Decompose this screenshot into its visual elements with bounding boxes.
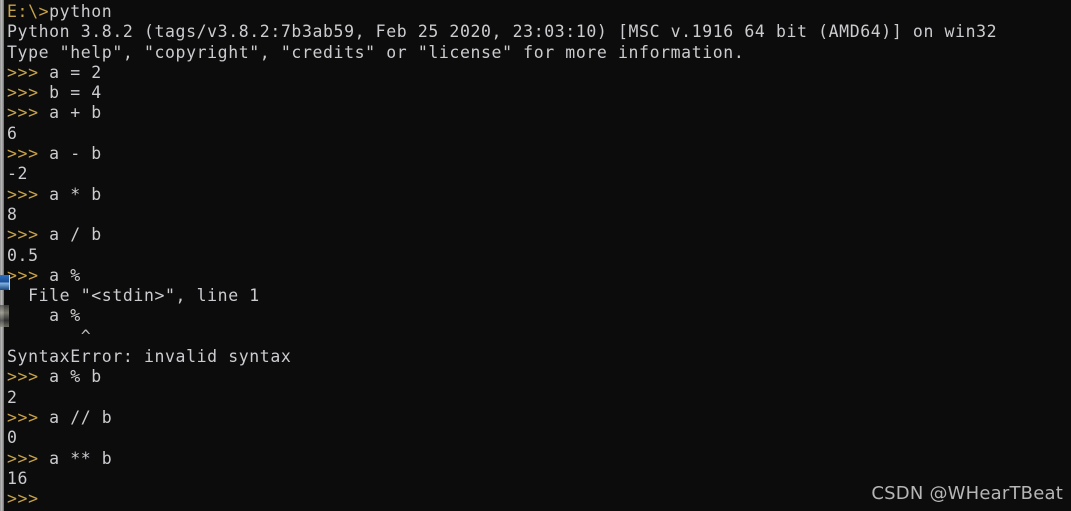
taskbar-icon-artifact — [0, 275, 10, 290]
console-prompt: >>> — [7, 83, 50, 103]
console-output-text: 2 — [7, 387, 18, 407]
console-line: >>> a // b — [5, 408, 1071, 428]
console-output-text: -2 — [7, 164, 29, 184]
console-line: >>> b = 4 — [5, 83, 1071, 103]
console-output-text: SyntaxError: invalid syntax — [7, 347, 292, 367]
edge-text-artifact — [0, 305, 9, 327]
csdn-watermark: CSDN @WHearTBeat — [871, 483, 1063, 504]
console-command-text: a % — [49, 265, 81, 285]
console-command-text: a * b — [49, 184, 102, 204]
console-line: >>> a + b — [5, 103, 1071, 123]
console-line: -2 — [5, 164, 1071, 184]
console-output-text: File "<stdin>", line 1 — [7, 286, 260, 306]
console-prompt: >>> — [7, 144, 50, 164]
console-line: ^ — [5, 327, 1071, 347]
console-output-text: 0.5 — [7, 245, 39, 265]
console-output-text: 6 — [7, 123, 18, 143]
console-command-text: a / b — [49, 225, 102, 245]
console-output-text: 16 — [7, 468, 29, 488]
console-line: 0 — [5, 428, 1071, 448]
console-command-text: a - b — [49, 144, 102, 164]
console-line: 2 — [5, 388, 1071, 408]
console-prompt: >>> — [7, 448, 50, 468]
console-line: SyntaxError: invalid syntax — [5, 347, 1071, 367]
console-output-text: Type "help", "copyright", "credits" or "… — [7, 42, 745, 62]
console-output-area[interactable]: E:\>python Python 3.8.2 (tags/v3.8.2:7b3a… — [4, 0, 1071, 511]
console-line: 0.5 — [5, 246, 1071, 266]
console-prompt: >>> — [7, 103, 50, 123]
console-output-text: 0 — [7, 428, 18, 448]
console-line: >>> a = 2 — [5, 63, 1071, 83]
console-line: >>> a - b — [5, 144, 1071, 164]
console-prompt: >>> — [7, 489, 50, 509]
terminal-window[interactable]: E:\>python Python 3.8.2 (tags/v3.8.2:7b3a… — [0, 0, 1071, 511]
window-edge-scrollbar[interactable] — [0, 0, 4, 511]
console-command-text: a ** b — [49, 448, 113, 468]
console-command-text: a // b — [49, 407, 113, 427]
console-prompt: >>> — [7, 407, 50, 427]
console-prompt: >>> — [7, 62, 50, 82]
console-line: E:\>python — [5, 2, 1071, 22]
console-command-text: a = 2 — [49, 62, 102, 82]
console-line: >>> a % — [5, 266, 1071, 286]
console-line: >>> a * b — [5, 185, 1071, 205]
console-line: Python 3.8.2 (tags/v3.8.2:7b3ab59, Feb 2… — [5, 22, 1071, 42]
console-line: 8 — [5, 205, 1071, 225]
console-line: >>> a % b — [5, 367, 1071, 387]
console-command-text: a + b — [49, 103, 102, 123]
console-command-text: a % b — [49, 367, 102, 387]
console-prompt: >>> — [7, 367, 50, 387]
console-prompt: >>> — [7, 184, 50, 204]
console-line: 6 — [5, 124, 1071, 144]
console-output-text: a % — [7, 306, 81, 326]
console-line: >>> a ** b — [5, 449, 1071, 469]
console-line: >>> a / b — [5, 225, 1071, 245]
console-output-text: Python 3.8.2 (tags/v3.8.2:7b3ab59, Feb 2… — [7, 22, 998, 42]
console-line: a % — [5, 306, 1071, 326]
console-line: File "<stdin>", line 1 — [5, 286, 1071, 306]
console-prompt: E:\> — [7, 2, 50, 21]
console-prompt: >>> — [7, 265, 50, 285]
console-prompt: >>> — [7, 225, 50, 245]
console-command-text: python — [49, 2, 113, 21]
console-output-text: 8 — [7, 204, 18, 224]
console-output-text: ^ — [7, 326, 92, 346]
console-line: Type "help", "copyright", "credits" or "… — [5, 43, 1071, 63]
console-command-text: b = 4 — [49, 83, 102, 103]
